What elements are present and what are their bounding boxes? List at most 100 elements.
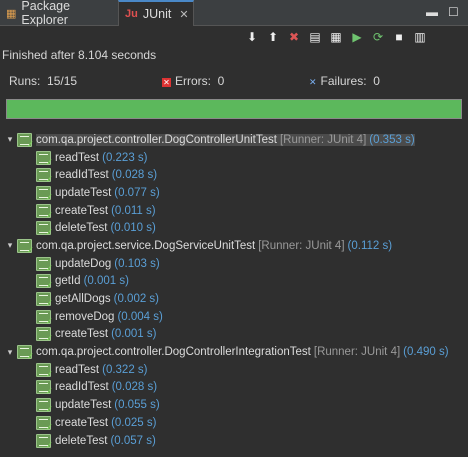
test-case-row[interactable]: ✓ readTest (0.223 s) xyxy=(0,149,468,167)
test-case-row[interactable]: ✓ getAllDogs (0.002 s) xyxy=(0,290,468,308)
errors-label: Errors: xyxy=(175,74,211,88)
test-time: (0.223 s) xyxy=(102,151,148,164)
chevron-down-icon[interactable]: ▾ xyxy=(3,240,17,251)
test-name: deleteTest xyxy=(55,434,108,447)
test-case-row[interactable]: ✓ deleteTest (0.057 s) xyxy=(0,432,468,450)
test-suite-icon: ✓ xyxy=(17,238,34,254)
failure-icon: ✕ xyxy=(309,77,317,87)
chevron-down-icon[interactable]: ▾ xyxy=(3,134,17,145)
test-name: updateTest xyxy=(55,399,112,412)
test-result-tree: ▾ ✓ com.qa.project.controller.DogControlle… xyxy=(0,131,468,449)
test-name: getAllDogs xyxy=(55,293,111,306)
runs-value: 15/15 xyxy=(47,74,78,88)
show-failures-only-button[interactable]: ✖ xyxy=(286,29,302,45)
test-case-icon: ✓ xyxy=(36,327,53,343)
test-case-icon: ✓ xyxy=(36,150,53,166)
runs-label: Runs: xyxy=(9,74,41,88)
status-text: Finished after 8.104 seconds xyxy=(2,48,157,62)
test-name: createTest xyxy=(55,328,109,341)
test-suite-icon: ✓ xyxy=(17,132,34,148)
previous-failure-button[interactable]: ⬆ xyxy=(265,29,281,45)
test-case-row[interactable]: ✓ updateTest (0.055 s) xyxy=(0,396,468,414)
test-case-icon: ✓ xyxy=(36,221,53,237)
minimize-icon[interactable]: ▬ xyxy=(426,5,438,19)
test-suite-row[interactable]: ▾ ✓ com.qa.project.controller.DogControlle… xyxy=(0,131,468,149)
test-case-row[interactable]: ✓ readIdTest (0.028 s) xyxy=(0,379,468,397)
test-case-icon: ✓ xyxy=(36,362,53,378)
junit-toolbar: ⬇ ⬆ ✖ ▤ ▦ ▶ ⟳ ■ ▥ xyxy=(0,26,468,48)
view-tab-bar: ▦ Package Explorer Ju JUnit ✕ ▬ ☐ xyxy=(0,0,468,27)
test-suite-row[interactable]: ▾ ✓ com.qa.project.controller.DogControlle… xyxy=(0,343,468,361)
failures-label: Failures: xyxy=(320,74,367,88)
next-failure-button[interactable]: ⬇ xyxy=(244,29,260,45)
test-case-row[interactable]: ✓ getId (0.001 s) xyxy=(0,273,468,291)
test-case-row[interactable]: ✓ updateDog (0.103 s) xyxy=(0,255,468,273)
test-case-row[interactable]: ✓ readTest (0.322 s) xyxy=(0,361,468,379)
test-time: (0.001 s) xyxy=(83,275,129,288)
test-name: updateTest xyxy=(55,186,112,199)
history-button[interactable]: ▥ xyxy=(412,29,428,45)
test-name: createTest xyxy=(55,204,109,217)
runs-stat: Runs: 15/15 xyxy=(9,74,77,88)
test-case-row[interactable]: ✓ removeDog (0.004 s) xyxy=(0,308,468,326)
test-suite-icon: ✓ xyxy=(17,345,34,361)
test-case-icon: ✓ xyxy=(36,415,53,431)
suite-label: com.qa.project.controller.DogControllerU… xyxy=(36,133,415,146)
tab-package-explorer[interactable]: ▦ Package Explorer xyxy=(0,0,118,27)
test-time: (0.028 s) xyxy=(111,169,158,182)
stop-button[interactable]: ■ xyxy=(391,29,407,45)
suite-time: (0.490 s) xyxy=(403,346,449,359)
suite-name: com.qa.project.service.DogServiceUnitTes… xyxy=(36,239,256,252)
suite-time: (0.112 s) xyxy=(347,239,393,252)
errors-stat: ✕ Errors: 0 xyxy=(162,74,224,88)
test-time: (0.028 s) xyxy=(111,381,158,394)
test-case-row[interactable]: ✓ createTest (0.001 s) xyxy=(0,326,468,344)
suite-time: (0.353 s) xyxy=(369,133,415,146)
scroll-lock-icon: ▤ xyxy=(309,30,321,44)
test-case-icon: ✓ xyxy=(36,203,53,219)
test-run-history-icon: ▦ xyxy=(330,30,342,44)
test-name: readIdTest xyxy=(55,169,109,182)
failures-stat: ✕ Failures: 0 xyxy=(309,74,380,88)
test-name: removeDog xyxy=(55,310,115,323)
tab-label: JUnit xyxy=(142,7,172,21)
rerun-failed-first-icon: ⟳ xyxy=(372,30,384,44)
test-run-history-button[interactable]: ▦ xyxy=(328,29,344,45)
test-case-row[interactable]: ✓ readIdTest (0.028 s) xyxy=(0,166,468,184)
test-statistics: Runs: 15/15 ✕ Errors: 0 ✕ Failures: 0 xyxy=(0,74,468,92)
test-case-icon: ✓ xyxy=(36,433,53,449)
test-case-row[interactable]: ✓ createTest (0.011 s) xyxy=(0,202,468,220)
package-explorer-icon: ▦ xyxy=(6,7,17,20)
test-case-icon: ✓ xyxy=(36,380,53,396)
previous-failure-icon: ⬆ xyxy=(267,30,279,44)
rerun-failed-first-button[interactable]: ⟳ xyxy=(370,29,386,45)
test-case-icon: ✓ xyxy=(36,274,53,290)
suite-label: com.qa.project.service.DogServiceUnitTes… xyxy=(36,240,392,252)
test-time: (0.322 s) xyxy=(102,363,148,376)
test-time: (0.025 s) xyxy=(111,416,157,429)
suite-runner: [Runner: JUnit 4] xyxy=(258,239,345,252)
test-case-row[interactable]: ✓ updateTest (0.077 s) xyxy=(0,184,468,202)
show-failures-only-icon: ✖ xyxy=(288,30,300,44)
chevron-down-icon[interactable]: ▾ xyxy=(3,347,17,358)
suite-name: com.qa.project.controller.DogControllerI… xyxy=(36,346,311,359)
test-case-icon: ✓ xyxy=(36,185,53,201)
stop-icon: ■ xyxy=(395,30,403,44)
test-case-row[interactable]: ✓ createTest (0.025 s) xyxy=(0,414,468,432)
suite-label: com.qa.project.controller.DogControllerI… xyxy=(36,346,449,358)
test-suite-row[interactable]: ▾ ✓ com.qa.project.service.DogServiceUnitT… xyxy=(0,237,468,255)
tab-junit[interactable]: Ju JUnit ✕ xyxy=(118,0,194,26)
maximize-icon[interactable]: ☐ xyxy=(448,5,459,19)
test-time: (0.001 s) xyxy=(111,328,157,341)
test-name: updateDog xyxy=(55,257,112,270)
test-name: readTest xyxy=(55,363,100,376)
close-icon[interactable]: ✕ xyxy=(179,8,188,21)
test-case-row[interactable]: ✓ deleteTest (0.010 s) xyxy=(0,219,468,237)
test-case-icon: ✓ xyxy=(36,309,53,325)
junit-icon: Ju xyxy=(125,8,138,20)
rerun-test-icon: ▶ xyxy=(352,30,362,44)
rerun-test-button[interactable]: ▶ xyxy=(349,29,365,45)
scroll-lock-button[interactable]: ▤ xyxy=(307,29,323,45)
suite-name: com.qa.project.controller.DogControllerU… xyxy=(36,133,277,146)
history-icon: ▥ xyxy=(414,30,426,44)
